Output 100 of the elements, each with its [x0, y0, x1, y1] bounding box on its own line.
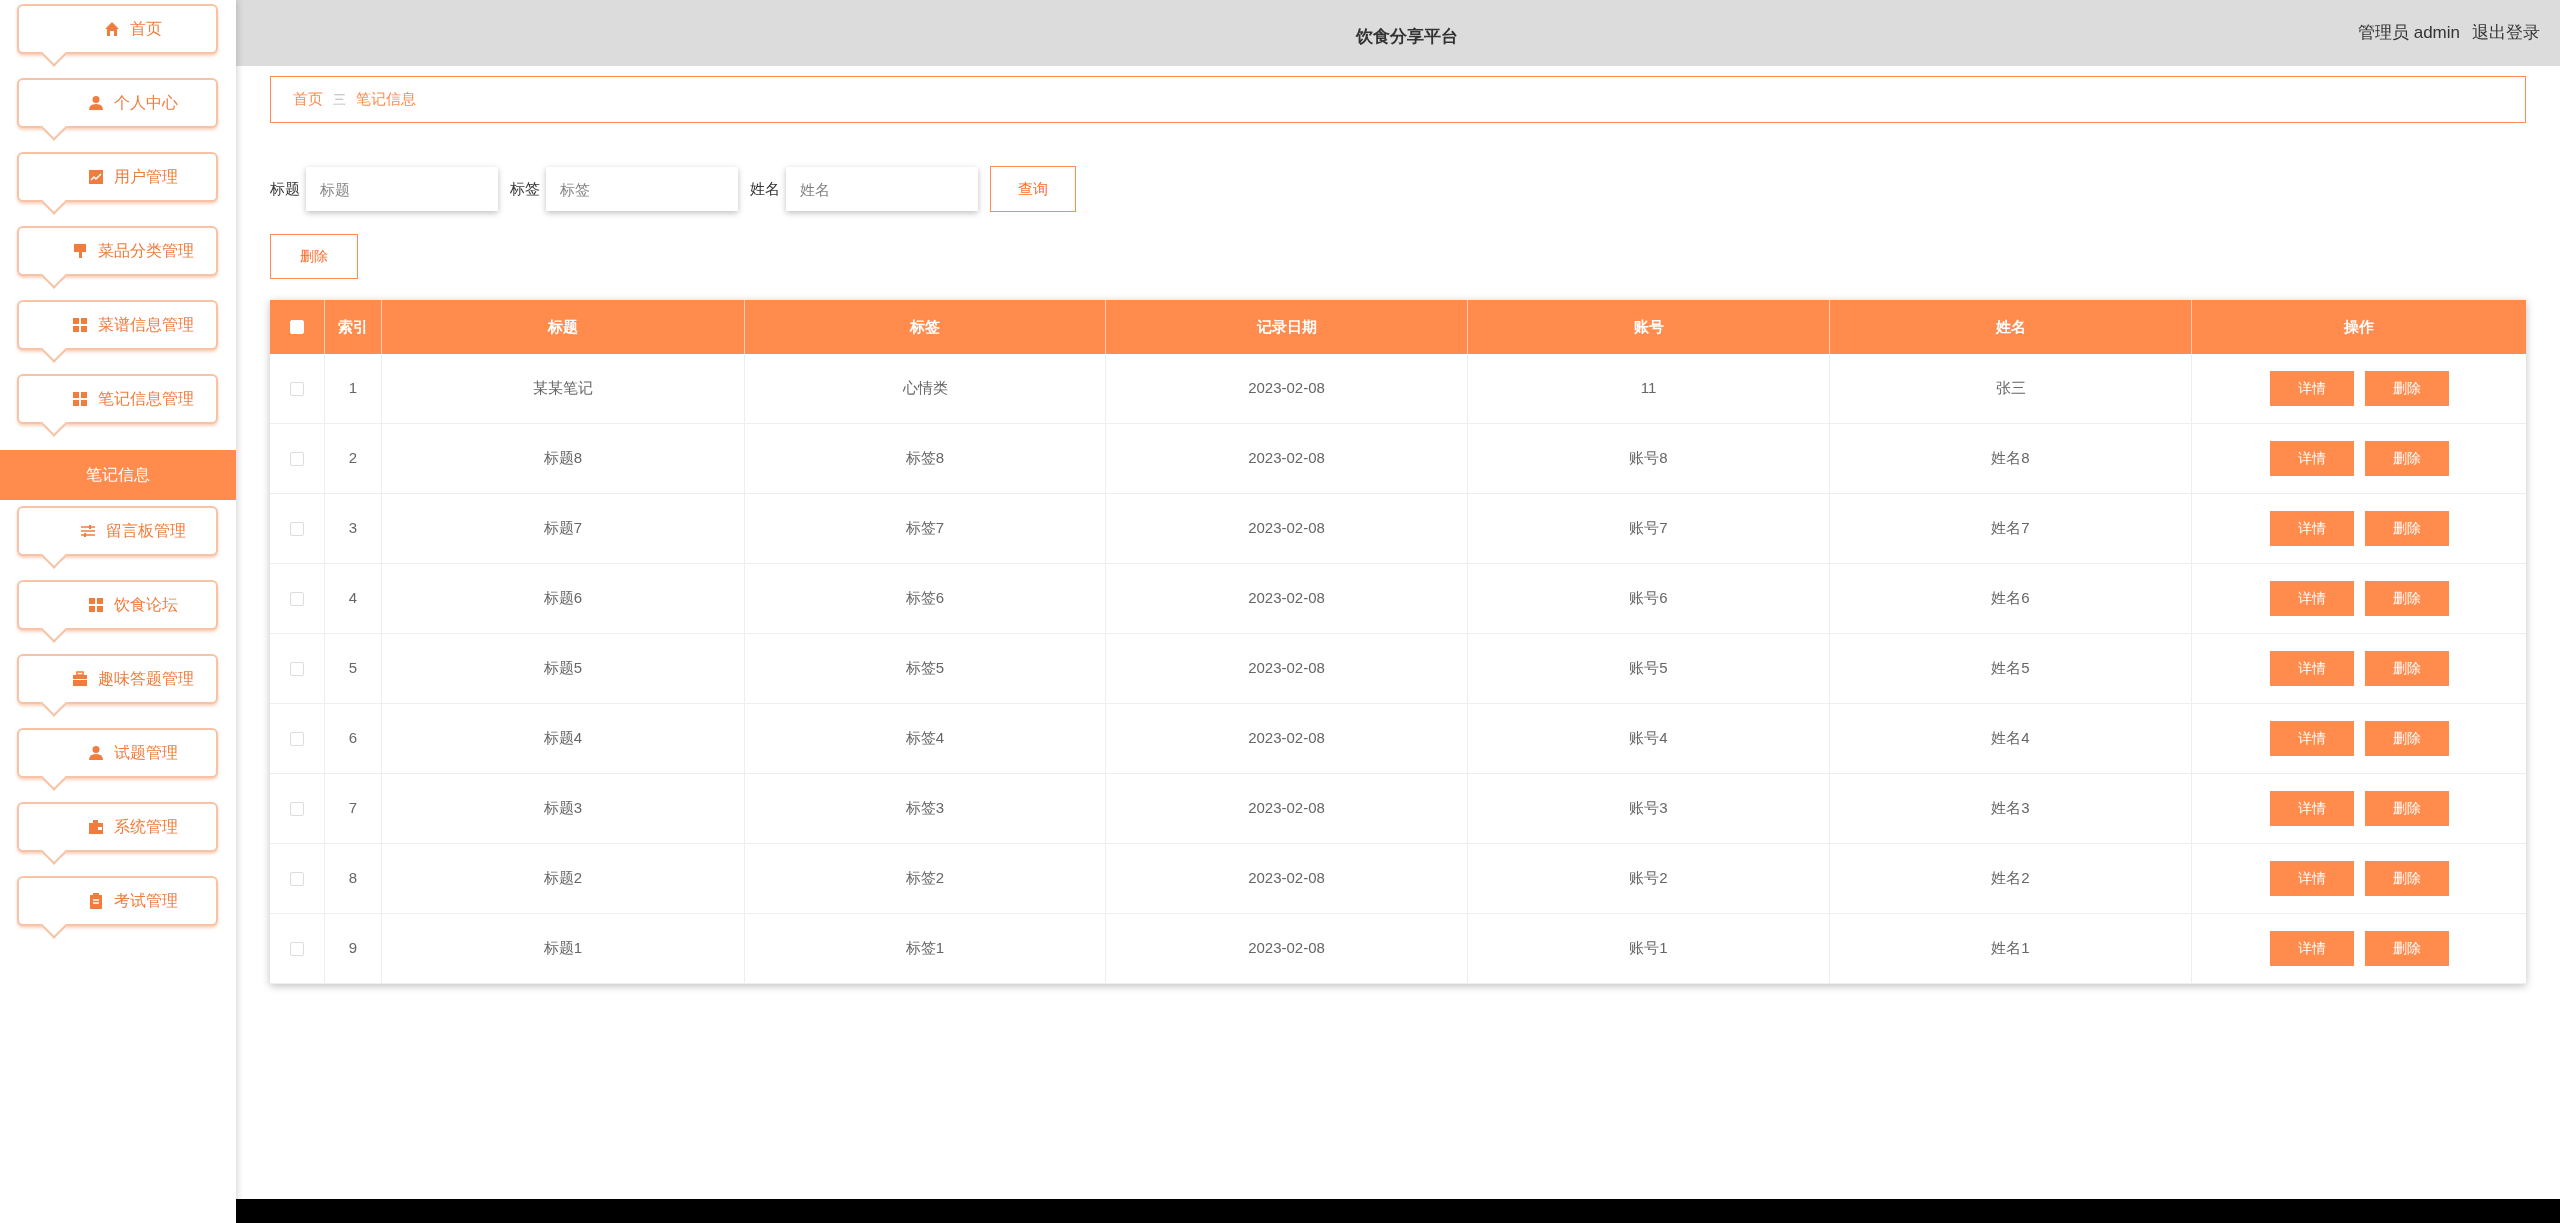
- field-label: 姓名: [750, 178, 780, 199]
- table-cell-text: 标签5: [905, 658, 945, 679]
- checkbox[interactable]: [290, 941, 304, 956]
- table-cell-text: 姓名2: [1991, 868, 2030, 889]
- table-cell-text: 姓名4: [1991, 728, 2030, 749]
- table-cell-text: 姓名1: [1991, 938, 2030, 959]
- search-field[interactable]: 姓名: [786, 167, 978, 211]
- table-cell-text: 2: [348, 448, 358, 469]
- grid-icon: [71, 391, 88, 407]
- table-cell-text: 标题1: [543, 938, 583, 959]
- delete-button[interactable]: 删除: [2364, 371, 2449, 406]
- table-cell-text: 标题3: [543, 798, 583, 819]
- grid-icon: [87, 597, 104, 613]
- column-header: 姓名: [1995, 316, 2026, 337]
- table-cell-text: 4: [348, 588, 358, 609]
- delete-button[interactable]: 删除: [2364, 791, 2449, 826]
- grid-icon: [71, 317, 88, 333]
- delete-button[interactable]: 删除: [270, 234, 358, 279]
- delete-button[interactable]: 删除: [2364, 441, 2449, 476]
- person-icon: [87, 95, 104, 111]
- table-cell-text: 标题8: [543, 448, 583, 469]
- query-button[interactable]: 查询: [990, 166, 1076, 212]
- table-cell-text: 2023-02-08: [1248, 588, 1325, 609]
- table-cell-text: 3: [348, 518, 358, 539]
- checkbox[interactable]: [290, 381, 304, 396]
- table-cell-text: 2023-02-08: [1248, 728, 1325, 749]
- table-cell-text: 11: [1640, 378, 1657, 399]
- column-header: 账号: [1633, 316, 1664, 337]
- field-label: 标签: [510, 178, 540, 199]
- checkbox[interactable]: [290, 521, 304, 536]
- sidebar-item[interactable]: 笔记信息: [0, 450, 236, 500]
- sliders-icon: [79, 523, 96, 539]
- table-cell-text: 账号6: [1629, 588, 1668, 609]
- delete-button[interactable]: 删除: [2364, 581, 2449, 616]
- table-cell-text: 张三: [1995, 378, 2026, 399]
- table-cell-text: 2023-02-08: [1248, 798, 1325, 819]
- table-cell-text: 2023-02-08: [1248, 448, 1325, 469]
- delete-button[interactable]: 删除: [2364, 861, 2449, 896]
- table-cell-text: 1: [348, 378, 358, 399]
- table-cell-text: 8: [348, 868, 358, 889]
- table-cell-text: 5: [348, 658, 358, 679]
- table-cell-text: 标题5: [543, 658, 583, 679]
- table-cell-text: 2023-02-08: [1248, 868, 1325, 889]
- delete-button[interactable]: 删除: [2364, 651, 2449, 686]
- checkbox[interactable]: [290, 801, 304, 816]
- table-cell-text: 某某笔记: [533, 378, 593, 399]
- column-header: 索引: [338, 316, 368, 337]
- table-cell-text: 标签8: [905, 448, 945, 469]
- details-button[interactable]: 详情: [2269, 651, 2354, 686]
- table-cell-text: 2023-02-08: [1248, 378, 1325, 399]
- details-button[interactable]: 详情: [2269, 791, 2354, 826]
- table-cell-text: 标签1: [905, 938, 945, 959]
- table-cell-text: 2023-02-08: [1248, 518, 1325, 539]
- checkbox[interactable]: [290, 871, 304, 886]
- breadcrumb-link[interactable]: 首页: [293, 88, 323, 111]
- search-field[interactable]: 标签: [546, 167, 738, 211]
- logout-link[interactable]: 退出登录: [2472, 20, 2540, 46]
- home-icon: [103, 21, 120, 37]
- table-cell-text: 账号4: [1629, 728, 1668, 749]
- table-cell-text: 标签4: [905, 728, 945, 749]
- details-button[interactable]: 详情: [2269, 371, 2354, 406]
- details-button[interactable]: 详情: [2269, 721, 2354, 756]
- table-cell-text: 心情类: [902, 378, 948, 399]
- table-cell-text: 账号7: [1629, 518, 1668, 539]
- checkbox[interactable]: [290, 661, 304, 676]
- table-cell-text: 标题7: [543, 518, 583, 539]
- checkbox[interactable]: [290, 451, 304, 466]
- table-cell-text: 姓名3: [1991, 798, 2030, 819]
- search-field[interactable]: 标题: [306, 167, 498, 211]
- delete-button[interactable]: 删除: [2364, 721, 2449, 756]
- details-button[interactable]: 详情: [2269, 861, 2354, 896]
- chart-icon: [87, 169, 104, 185]
- details-button[interactable]: 详情: [2269, 511, 2354, 546]
- app-title: 饮食分享平台: [1356, 26, 1458, 48]
- column-header: 操作: [2344, 316, 2374, 337]
- table-cell-text: 账号2: [1629, 868, 1668, 889]
- checkbox[interactable]: [290, 591, 304, 606]
- field-label: 标题: [270, 178, 300, 199]
- user-label: 管理员 admin: [2357, 22, 2460, 45]
- table-cell-text: 账号1: [1629, 938, 1668, 959]
- column-header: 记录日期: [1256, 316, 1317, 337]
- checkbox[interactable]: [290, 731, 304, 746]
- column-header: 标题: [548, 316, 578, 337]
- briefcase-icon: [71, 671, 88, 687]
- details-button[interactable]: 详情: [2269, 931, 2354, 966]
- table-cell-text: 9: [348, 938, 358, 959]
- table-cell-text: 姓名5: [1991, 658, 2030, 679]
- table-cell-text: 姓名7: [1991, 518, 2030, 539]
- person-icon: [87, 745, 104, 761]
- table-cell-text: 标题4: [543, 728, 583, 749]
- table-cell-text: 标题2: [543, 868, 583, 889]
- table-cell-text: 姓名8: [1991, 448, 2030, 469]
- table-cell-text: 标签3: [905, 798, 945, 819]
- table-cell-text: 账号5: [1629, 658, 1668, 679]
- table-cell-text: 标签6: [905, 588, 945, 609]
- delete-button[interactable]: 删除: [2364, 931, 2449, 966]
- clipboard-icon: [87, 893, 104, 909]
- delete-button[interactable]: 删除: [2364, 511, 2449, 546]
- details-button[interactable]: 详情: [2269, 581, 2354, 616]
- details-button[interactable]: 详情: [2269, 441, 2354, 476]
